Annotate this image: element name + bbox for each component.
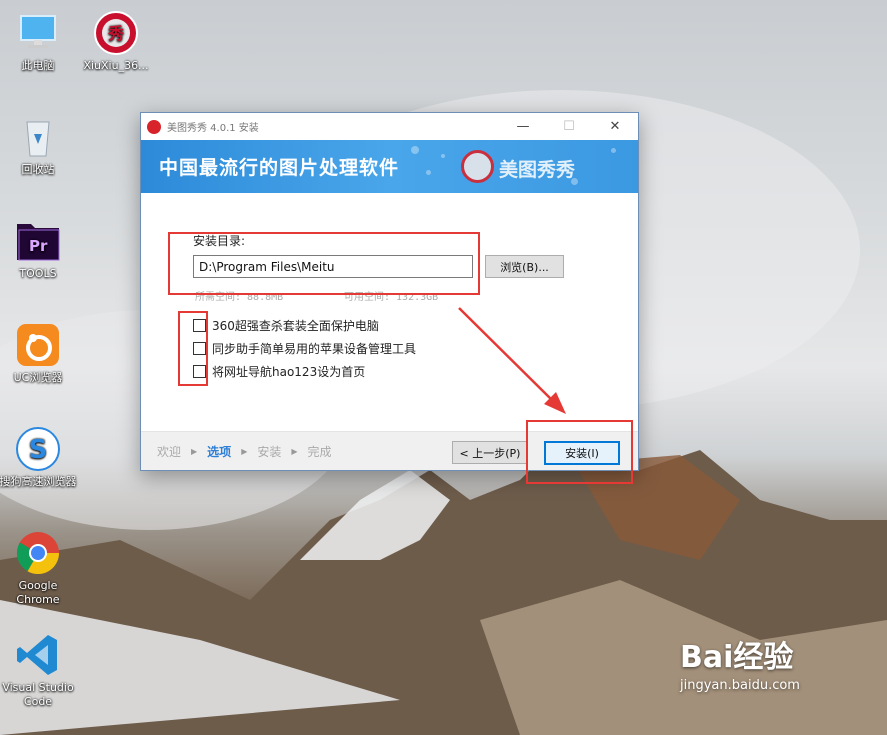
step-arrow-icon: ▶ xyxy=(241,447,248,456)
vscode-icon xyxy=(15,632,61,678)
options-panel: 安装目录: 浏览(B)... 所需空间: 88.8MB 可用空间: 132.3G… xyxy=(141,193,638,432)
annotation-box-checkboxes xyxy=(178,311,208,386)
option-hao123[interactable]: 将网址导航hao123设为首页 xyxy=(193,363,365,380)
app-logo-icon xyxy=(147,119,161,134)
xiuxiu-icon: 秀 xyxy=(93,10,139,56)
recycle-bin-icon xyxy=(15,114,61,160)
desktop-icon-label: 回收站 xyxy=(21,163,55,176)
banner-slogan: 中国最流行的图片处理软件 xyxy=(159,157,400,179)
step-arrow-icon: ▶ xyxy=(191,447,198,456)
close-button[interactable]: ✕ xyxy=(592,113,638,140)
step-arrow-icon: ▶ xyxy=(291,447,298,456)
option-label: 360超强查杀套装全面保护电脑 xyxy=(212,319,379,333)
desktop-icon-label: XiuXiu_36... xyxy=(83,59,149,72)
annotation-box-path xyxy=(168,232,480,295)
window-title: 美图秀秀 4.0.1 安装 xyxy=(167,123,259,134)
svg-text:S: S xyxy=(29,435,48,465)
svg-text:秀: 秀 xyxy=(107,24,124,43)
desktop-icon-label: UC浏览器 xyxy=(13,371,63,384)
uc-browser-icon xyxy=(15,322,61,368)
computer-icon xyxy=(15,10,61,56)
option-label: 将网址导航hao123设为首页 xyxy=(212,365,366,379)
svg-text:Pr: Pr xyxy=(29,237,48,255)
desktop-icon-recycle-bin[interactable]: 回收站 xyxy=(0,114,78,177)
chrome-icon xyxy=(15,530,61,576)
desktop-icon-vscode[interactable]: Visual Studio Code xyxy=(0,632,78,709)
banner-brand: 美图秀秀 xyxy=(499,159,576,181)
sogou-browser-icon: S xyxy=(15,426,61,472)
option-360[interactable]: 360超强查杀套装全面保护电脑 xyxy=(193,317,379,334)
option-label: 同步助手简单易用的苹果设备管理工具 xyxy=(212,342,417,356)
desktop-icon-tools[interactable]: Pr TOOLS xyxy=(0,218,78,281)
watermark-brand: Bai经验 xyxy=(680,640,794,675)
header-banner: 中国最流行的图片处理软件 美图秀秀 xyxy=(141,140,638,193)
step-install: 安装 xyxy=(257,445,282,459)
desktop-icon-label: TOOLS xyxy=(19,267,57,280)
desktop-icon-chrome[interactable]: Google Chrome xyxy=(0,530,78,607)
meitu-logo-icon xyxy=(461,150,494,183)
desktop-icon-label: 搜狗高速浏览器 xyxy=(0,475,77,488)
baidu-watermark: Bai经验 jingyan.baidu.com xyxy=(680,632,800,693)
browse-button[interactable]: 浏览(B)... xyxy=(485,255,564,278)
desktop-icon-uc-browser[interactable]: UC浏览器 xyxy=(0,322,78,385)
desktop-icon-sogou-browser[interactable]: S 搜狗高速浏览器 xyxy=(0,426,78,489)
option-tongbu[interactable]: 同步助手简单易用的苹果设备管理工具 xyxy=(193,340,416,357)
premiere-icon: Pr xyxy=(15,218,61,264)
title-bar[interactable]: 美图秀秀 4.0.1 安装 — ☐ ✕ xyxy=(141,113,638,140)
step-options: 选项 xyxy=(207,445,232,459)
previous-button[interactable]: < 上一步(P) xyxy=(452,441,528,464)
desktop-icon-label: Google Chrome xyxy=(16,579,60,606)
minimize-button[interactable]: — xyxy=(500,113,546,140)
step-indicator: 欢迎 ▶ 选项 ▶ 安装 ▶ 完成 xyxy=(157,443,332,460)
desktop-icon-xiuxiu[interactable]: 秀 XiuXiu_36... xyxy=(76,10,156,73)
desktop-icon-label: Visual Studio Code xyxy=(2,681,74,708)
desktop-icon-label: 此电脑 xyxy=(21,59,55,72)
step-welcome: 欢迎 xyxy=(157,445,182,459)
step-finish: 完成 xyxy=(307,445,332,459)
watermark-url: jingyan.baidu.com xyxy=(680,678,800,693)
maximize-button: ☐ xyxy=(563,119,575,134)
annotation-box-install xyxy=(526,420,633,484)
desktop-icon-computer[interactable]: 此电脑 xyxy=(0,10,78,73)
